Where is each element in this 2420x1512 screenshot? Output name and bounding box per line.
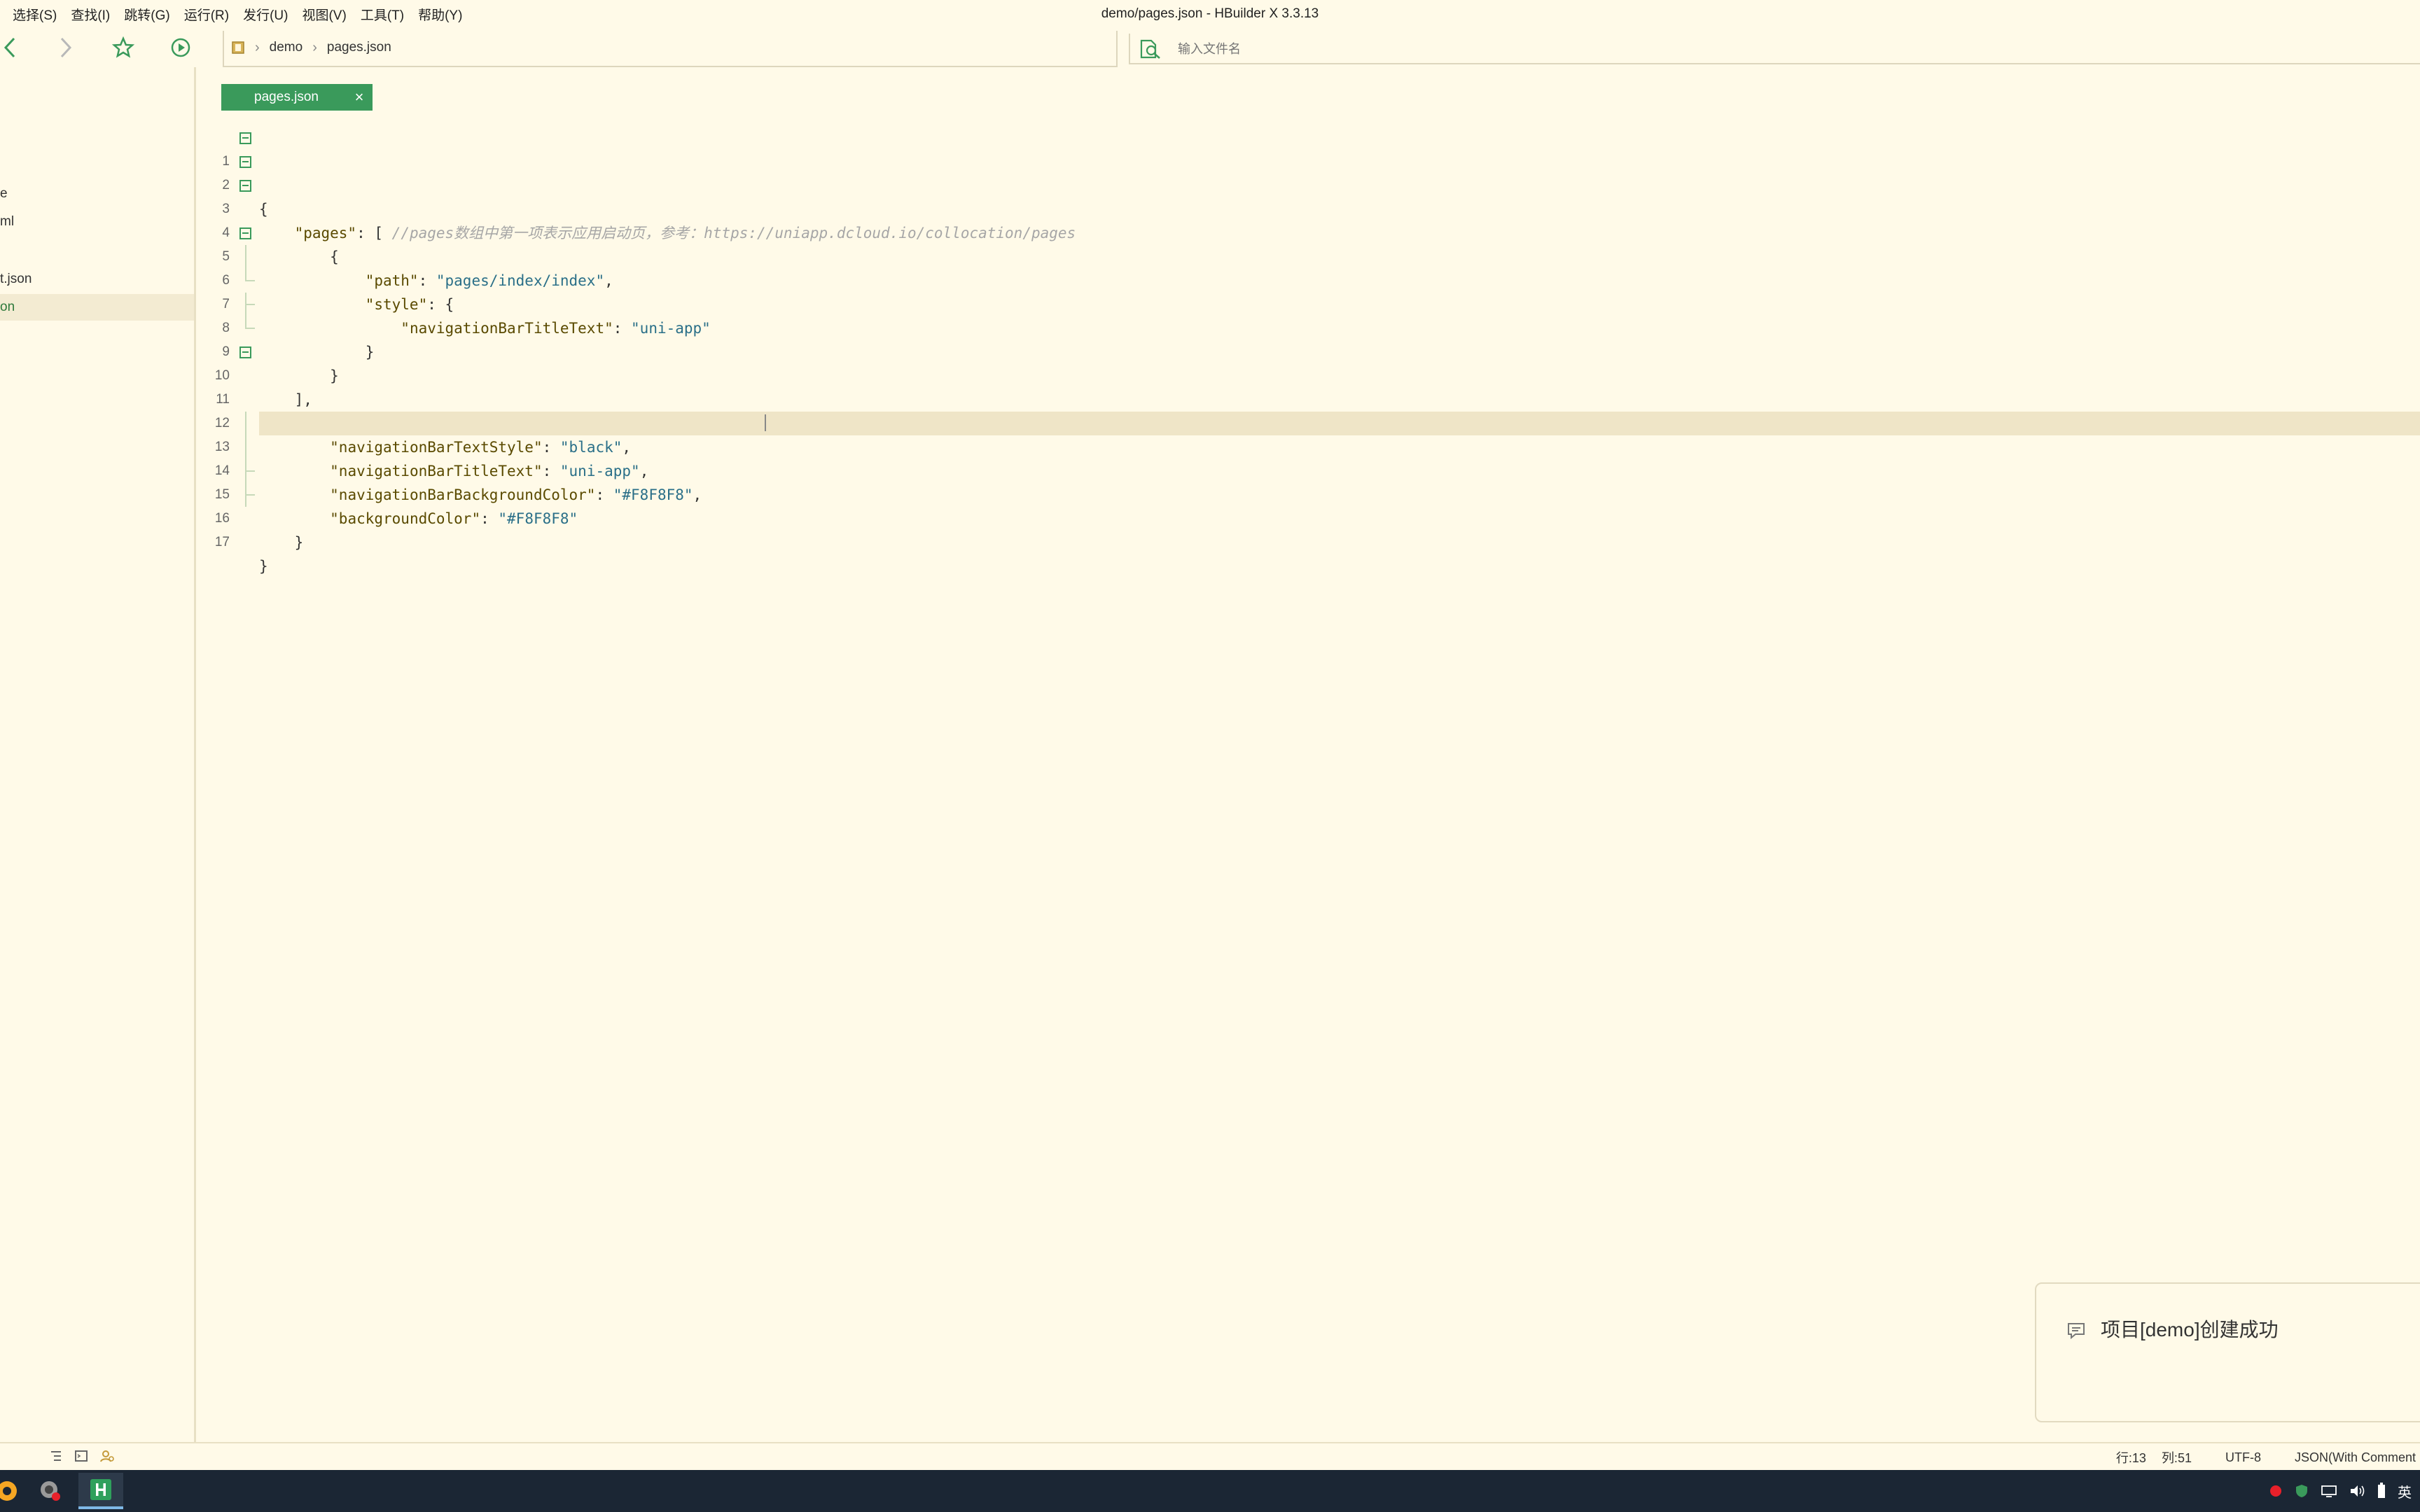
- text-cursor: [765, 414, 766, 431]
- user-settings-icon[interactable]: [99, 1449, 115, 1463]
- fold-toggle-icon[interactable]: [239, 156, 251, 168]
- fold-guide-end: [245, 459, 255, 472]
- cursor-position[interactable]: 行:13 列:51: [2116, 1448, 2192, 1466]
- play-circle-icon: [171, 38, 190, 57]
- fold-guide-end: [245, 316, 255, 329]
- breadcrumb: › demo › pages.json: [231, 34, 391, 62]
- status-right: 行:13 列:51 UTF-8 JSON(With Comment: [2116, 1443, 2416, 1471]
- code-text: }: [259, 558, 268, 575]
- tab-label: pages.json: [254, 90, 319, 104]
- volume-icon[interactable]: [2349, 1483, 2365, 1499]
- code-line: 14 "backgroundColor": "#F8F8F8": [0, 435, 2420, 527]
- taskbar-app-browser[interactable]: [0, 1473, 29, 1509]
- fold-toggle-icon[interactable]: [239, 346, 251, 358]
- menu-view[interactable]: 视图(V): [302, 5, 346, 24]
- code-line: 11 "navigationBarTextStyle": "black",: [0, 364, 2420, 456]
- tab-pages-json[interactable]: pages.json ×: [221, 84, 373, 111]
- taskbar-app-hbuilderx[interactable]: [78, 1473, 123, 1509]
- favorite-button[interactable]: [109, 34, 137, 62]
- chevron-left-icon: [4, 37, 15, 58]
- outline-icon[interactable]: [49, 1449, 63, 1463]
- breadcrumb-separator-icon: ›: [255, 39, 260, 55]
- battery-icon[interactable]: [2377, 1483, 2386, 1499]
- code-line: 12 "navigationBarTitleText": "uni-app",: [0, 388, 2420, 479]
- line-number: 17: [214, 535, 230, 550]
- forward-button[interactable]: [52, 34, 80, 62]
- chevron-right-icon: [60, 37, 72, 58]
- notification-toast[interactable]: 项目[demo]创建成功: [2035, 1282, 2420, 1422]
- fold-toggle-icon[interactable]: [239, 180, 251, 192]
- code-line: 16 }: [0, 483, 2420, 575]
- status-bar: 行:13 列:51 UTF-8 JSON(With Comment: [0, 1442, 2420, 1470]
- back-button[interactable]: [0, 34, 24, 62]
- menu-bar: 选择(S) 查找(I) 跳转(G) 运行(R) 发行(U) 视图(V) 工具(T…: [0, 0, 2420, 28]
- code-line: 3 {: [0, 174, 2420, 265]
- status-icons: [49, 1449, 115, 1463]
- run-button[interactable]: [167, 34, 195, 62]
- file-search-input[interactable]: [1178, 38, 1598, 60]
- message-icon: [2068, 1323, 2085, 1340]
- code-line: 6 "navigationBarTitleText": "uni-app": [0, 245, 2420, 337]
- menu-select[interactable]: 选择(S): [13, 5, 57, 24]
- status-encoding[interactable]: UTF-8: [2225, 1450, 2261, 1465]
- notification-text: 项目[demo]创建成功: [2101, 1319, 2279, 1340]
- fold-guide-end: [245, 269, 255, 281]
- menu-items: 选择(S) 查找(I) 跳转(G) 运行(R) 发行(U) 视图(V) 工具(T…: [13, 0, 462, 28]
- menu-run[interactable]: 运行(R): [184, 5, 229, 24]
- menu-goto[interactable]: 跳转(G): [124, 5, 169, 24]
- code-text: }: [259, 534, 304, 551]
- breadcrumb-separator-icon: ›: [312, 39, 317, 55]
- browser-icon: [0, 1481, 17, 1501]
- code-line: 7 }: [0, 269, 2420, 360]
- ime-indicator[interactable]: 英: [2398, 1481, 2412, 1502]
- breadcrumb-file[interactable]: pages.json: [327, 40, 391, 55]
- menu-tools[interactable]: 工具(T): [361, 5, 404, 24]
- file-search-icon[interactable]: [1139, 38, 1162, 60]
- code-line: 17: [0, 507, 2420, 550]
- console-icon[interactable]: [74, 1449, 88, 1463]
- code-line: 10 "globalStyle": {: [0, 340, 2420, 432]
- record-indicator-icon[interactable]: [2269, 1484, 2283, 1498]
- menu-publish[interactable]: 发行(U): [243, 5, 288, 24]
- fold-guide-end: [245, 483, 255, 496]
- fold-guide-end: [245, 293, 255, 305]
- star-icon: [112, 36, 134, 58]
- project-icon: [232, 41, 244, 54]
- shield-icon[interactable]: [2294, 1483, 2309, 1499]
- hbuilderx-icon: [90, 1479, 111, 1500]
- fold-toggle-icon[interactable]: [239, 132, 251, 144]
- code-line: 1 {: [0, 126, 2420, 218]
- code-line: 9 ],: [0, 316, 2420, 408]
- code-line: 2 "pages": [ //pages数组中第一项表示应用启动页，参考：htt…: [0, 150, 2420, 241]
- status-column: 列:51: [2161, 1451, 2192, 1465]
- menu-find[interactable]: 查找(I): [71, 5, 110, 24]
- taskbar: 英: [0, 1470, 2420, 1512]
- breadcrumb-project[interactable]: demo: [270, 40, 303, 55]
- status-language[interactable]: JSON(With Comment: [2295, 1450, 2416, 1465]
- recorder-icon: [41, 1481, 60, 1501]
- fold-toggle-icon[interactable]: [239, 227, 251, 239]
- file-search: [1129, 34, 2420, 64]
- taskbar-app-recorder[interactable]: [28, 1473, 73, 1509]
- close-icon[interactable]: ×: [346, 88, 373, 106]
- status-line: 行:13: [2115, 1451, 2146, 1465]
- network-icon[interactable]: [2321, 1483, 2337, 1499]
- code-line: 5 "style": {: [0, 221, 2420, 313]
- code-line: 15 }: [0, 459, 2420, 551]
- code-line-current: 13 "navigationBarBackgroundColor": "#F8F…: [0, 412, 2420, 503]
- code-line: 8 }: [0, 293, 2420, 384]
- code-line: 4 "path": "pages/index/index",: [0, 197, 2420, 289]
- menu-help[interactable]: 帮助(Y): [418, 5, 462, 24]
- system-tray: 英: [2269, 1470, 2412, 1512]
